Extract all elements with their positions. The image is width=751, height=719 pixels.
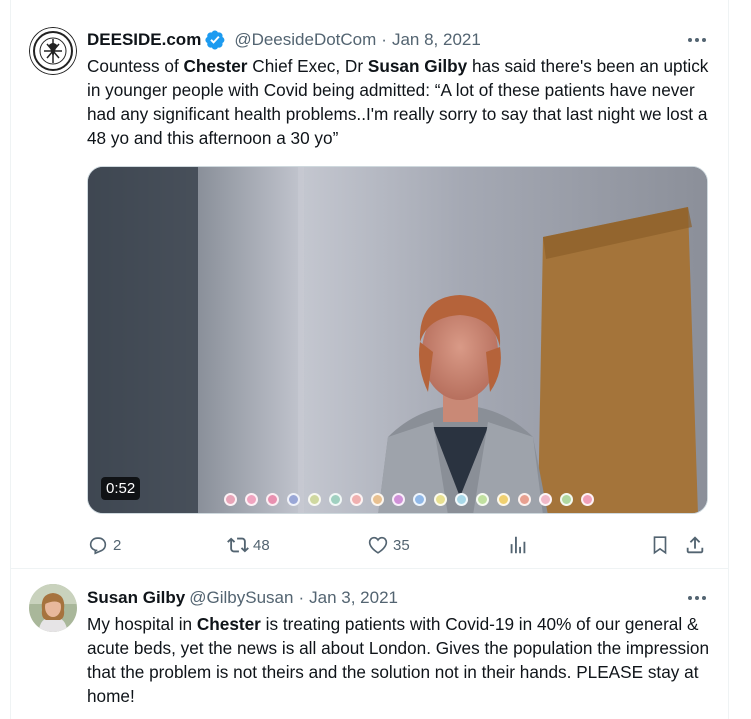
heart-icon (368, 536, 388, 554)
highlight-chester: Chester (196, 614, 261, 634)
retweet-icon (227, 537, 249, 553)
reply-button[interactable]: 2 (87, 530, 121, 560)
handle[interactable]: @DeesideDotCom (234, 30, 376, 50)
separator-dot: · (381, 30, 387, 49)
video-duration: 0:52 (101, 477, 141, 500)
avatar-susan-gilby[interactable] (29, 584, 77, 632)
retweet-count: 48 (253, 536, 270, 554)
display-name[interactable]: Susan Gilby (87, 588, 185, 608)
share-button[interactable] (684, 530, 706, 560)
tweet-header: DEESIDE.com @DeesideDotCom · Jan 8, 2021 (87, 26, 714, 54)
deeside-logo-icon (29, 27, 77, 75)
more-options-icon[interactable] (680, 32, 714, 48)
right-border (728, 0, 729, 719)
tweet-susan-gilby[interactable]: Susan Gilby @GilbySusan · Jan 3, 2021 My… (11, 570, 728, 719)
handle[interactable]: @GilbySusan (189, 588, 293, 608)
tweet-content: DEESIDE.com @DeesideDotCom · Jan 8, 2021… (87, 26, 714, 555)
tweet-date[interactable]: Jan 3, 2021 (309, 588, 398, 608)
reply-icon (89, 537, 107, 555)
bookmark-icon (653, 536, 667, 555)
like-button[interactable]: 35 (367, 530, 410, 560)
like-count: 35 (393, 536, 410, 554)
tweet-content: Susan Gilby @GilbySusan · Jan 3, 2021 My… (87, 584, 714, 708)
display-name[interactable]: DEESIDE.com (87, 30, 201, 50)
reply-count: 2 (113, 536, 122, 554)
analytics-icon (510, 536, 526, 554)
video-frame-image (88, 167, 707, 513)
highlight-susan-gilby: Susan Gilby (367, 56, 468, 76)
tweet-deeside[interactable]: DEESIDE.com @DeesideDotCom · Jan 8, 2021… (11, 0, 728, 569)
tweet-date[interactable]: Jan 8, 2021 (392, 30, 481, 50)
verified-badge-icon (204, 29, 226, 51)
highlight-chester: Chester (183, 56, 248, 76)
video-player[interactable]: 0:52 (87, 166, 708, 514)
more-options-icon[interactable] (680, 590, 714, 606)
analytics-button[interactable] (507, 530, 529, 560)
share-icon (686, 536, 704, 554)
tweet-text: Countess of Chester Chief Exec, Dr Susan… (87, 56, 709, 148)
participant-indicators (224, 493, 594, 506)
bookmark-button[interactable] (649, 530, 671, 560)
separator-dot: · (298, 588, 305, 607)
tweet-text: My hospital in Chester is treating patie… (87, 614, 710, 706)
retweet-button[interactable]: 48 (227, 530, 270, 560)
tweet-header: Susan Gilby @GilbySusan · Jan 3, 2021 (87, 584, 714, 612)
tweet-actions: 2 48 35 (87, 530, 717, 560)
avatar-deeside-logo[interactable] (29, 27, 77, 75)
user-photo-icon (29, 584, 77, 632)
